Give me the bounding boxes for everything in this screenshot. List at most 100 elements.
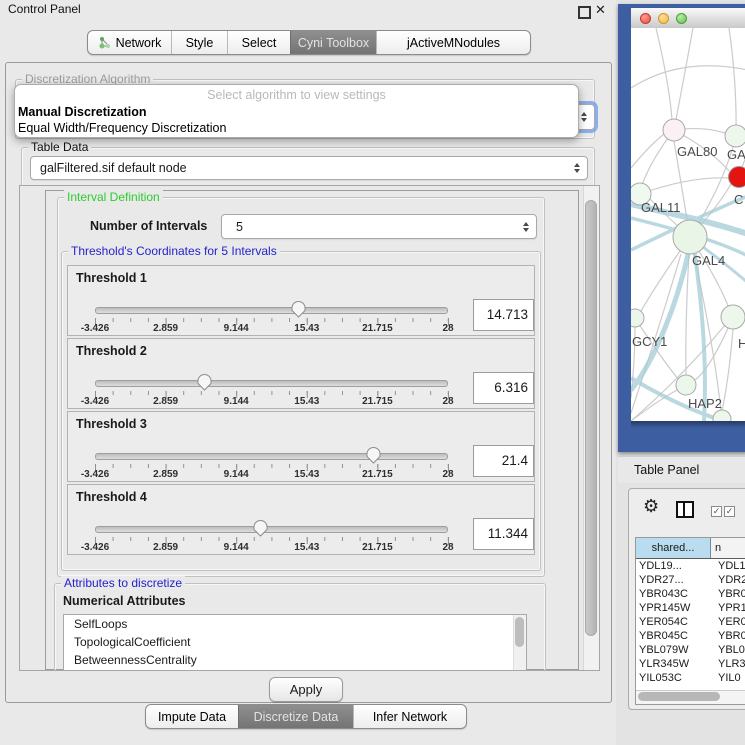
dropdown-placeholder-item[interactable]: Select algorithm to view settings (15, 88, 578, 105)
node-h[interactable] (721, 305, 745, 329)
list-item[interactable]: SelfLoops (64, 615, 526, 633)
slider-minor-ticks (95, 318, 449, 322)
slider-thumb[interactable] (252, 519, 269, 537)
tab-network[interactable]: Network (88, 31, 171, 54)
threshold-4-slider[interactable] (95, 526, 448, 533)
threshold-3-slider[interactable] (95, 453, 448, 460)
tab-label: Infer Network (373, 710, 447, 724)
select-all-checkbox-icon[interactable]: ✓ (711, 506, 722, 517)
tab-discretize-data[interactable]: Discretize Data (238, 705, 353, 728)
table-row[interactable]: YIL053CYIL0 (636, 671, 745, 685)
apply-button[interactable]: Apply (269, 677, 343, 702)
cell[interactable]: YLR3 (714, 657, 745, 671)
tab-infer-network[interactable]: Infer Network (353, 705, 466, 728)
close-icon[interactable]: ✕ (595, 3, 606, 17)
cell[interactable]: YBL0 (714, 643, 745, 657)
scale-label: 2.859 (153, 542, 178, 553)
tab-select[interactable]: Select (227, 31, 290, 54)
cell[interactable]: YLR345W (636, 657, 714, 671)
cell[interactable]: YER054C (636, 615, 714, 629)
network-window-titlebar[interactable] (631, 8, 745, 29)
node-gal4[interactable] (673, 220, 707, 254)
columns-icon[interactable] (676, 501, 694, 518)
scrollbar-thumb[interactable] (585, 200, 597, 636)
cell[interactable]: YBR0 (714, 629, 745, 643)
tab-jactivemnodules[interactable]: jActiveMNodules (376, 31, 530, 54)
tab-cyni-toolbox[interactable]: Cyni Toolbox (290, 31, 376, 54)
horizontal-scrollbar[interactable] (636, 690, 745, 704)
cell[interactable]: YPR1 (714, 601, 745, 615)
threshold-2-slider[interactable] (95, 380, 448, 387)
tab-label: Style (186, 36, 214, 50)
table-row[interactable]: YBR043CYBR0 (636, 587, 745, 601)
table-row[interactable]: YBR045CYBR0 (636, 629, 745, 643)
float-window-icon[interactable] (578, 6, 591, 19)
vertical-scrollbar[interactable] (583, 186, 599, 670)
network-canvas[interactable]: GAL80 GA C GAL11 GAL4 GCY1 H HAP2 (631, 28, 745, 421)
cell[interactable]: YDL1 (714, 559, 745, 573)
number-of-intervals-combobox[interactable]: 5 (221, 214, 537, 239)
cell[interactable]: YBR0 (714, 587, 745, 601)
column-header-shared-name[interactable]: shared... (636, 538, 711, 558)
table-row[interactable]: YDL19...YDL1 (636, 559, 745, 573)
node-red-selected[interactable] (729, 167, 745, 188)
node-gcy1[interactable] (631, 309, 644, 327)
slider-track[interactable] (95, 453, 448, 460)
slider-thumb[interactable] (365, 446, 382, 464)
cyni-mode-tabs: Impute Data Discretize Data Infer Networ… (145, 704, 467, 729)
list-item[interactable]: BetweennessCentrality (64, 651, 526, 669)
cell[interactable]: YBR043C (636, 587, 714, 601)
scale-label: 28 (442, 396, 453, 407)
list-item[interactable]: TopologicalCoefficient (64, 633, 526, 651)
threshold-label: Threshold 1 (76, 271, 147, 285)
tab-style[interactable]: Style (171, 31, 227, 54)
tab-label: Select (242, 36, 277, 50)
group-title: Interval Definition (64, 190, 163, 204)
node-bottom-cut[interactable] (713, 410, 731, 421)
cell[interactable]: YIL053C (636, 671, 714, 685)
gear-icon[interactable]: ⚙ (643, 497, 659, 515)
scrollbar-thumb[interactable] (638, 692, 720, 701)
threshold-value-field[interactable]: 21.4 (473, 445, 534, 477)
list-scrollbar[interactable] (513, 615, 526, 671)
scale-label: 15.43 (294, 469, 319, 480)
dropdown-option-equal-width-frequency[interactable]: Equal Width/Frequency Discretization (15, 121, 578, 137)
column-header-name[interactable]: n (711, 538, 745, 558)
scale-label: 15.43 (294, 323, 319, 334)
cell[interactable]: YDR27... (636, 573, 714, 587)
close-traffic-light-icon[interactable] (640, 13, 651, 24)
select-none-checkbox-icon[interactable]: ✓ (724, 506, 735, 517)
slider-track[interactable] (95, 380, 448, 387)
slider-track[interactable] (95, 307, 448, 314)
threshold-value-field[interactable]: 14.713 (473, 299, 534, 331)
slider-thumb[interactable] (196, 373, 213, 391)
minimize-traffic-light-icon[interactable] (658, 13, 669, 24)
threshold-1-slider[interactable] (95, 307, 448, 314)
table-row[interactable]: YPR145WYPR1 (636, 601, 745, 615)
table-row[interactable]: YDR27...YDR2 (636, 573, 745, 587)
threshold-value-field[interactable]: 6.316 (473, 372, 534, 404)
node-hap2[interactable] (676, 375, 696, 395)
slider-thumb[interactable] (290, 300, 307, 318)
cell[interactable]: YER0 (714, 615, 745, 629)
cell[interactable]: YBR045C (636, 629, 714, 643)
zoom-traffic-light-icon[interactable] (676, 13, 687, 24)
dropdown-option-manual-discretization[interactable]: Manual Discretization (15, 105, 578, 121)
cell[interactable]: YPR145W (636, 601, 714, 615)
cell[interactable]: YIL0 (714, 671, 745, 685)
node-gal80[interactable] (663, 119, 685, 141)
table-row[interactable]: YLR345WYLR3 (636, 657, 745, 671)
table-row[interactable]: YER054CYER0 (636, 615, 745, 629)
node-ga[interactable] (725, 125, 745, 147)
cell[interactable]: YDR2 (714, 573, 745, 587)
table-data-combobox[interactable]: galFiltered.sif default node (30, 156, 588, 180)
scale-label: 9.144 (224, 542, 249, 553)
slider-scale-labels: -3.426 2.859 9.144 15.43 21.715 28 (95, 323, 448, 335)
tab-impute-data[interactable]: Impute Data (146, 705, 238, 728)
slider-track[interactable] (95, 526, 448, 533)
table-row[interactable]: YBL079WYBL0 (636, 643, 745, 657)
table-data-group: Table Data galFiltered.sif default node (21, 147, 595, 187)
cell[interactable]: YDL19... (636, 559, 714, 573)
cell[interactable]: YBL079W (636, 643, 714, 657)
threshold-value-field[interactable]: 11.344 (473, 518, 534, 550)
